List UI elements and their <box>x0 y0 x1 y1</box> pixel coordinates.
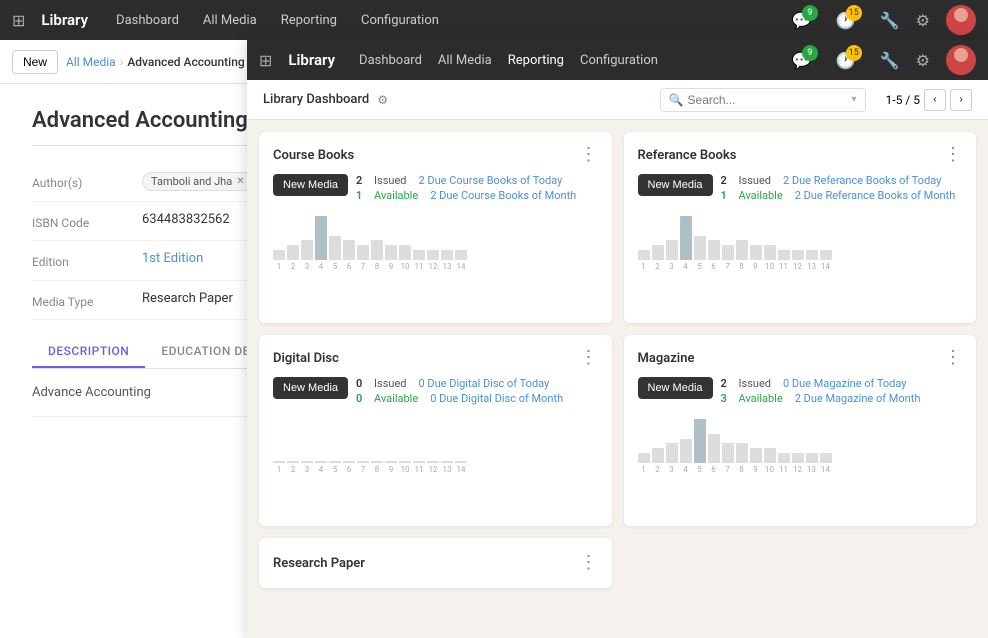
new-button[interactable]: New <box>12 50 58 74</box>
top-nav: ⊞ Library Dashboard All Media Reporting … <box>0 0 988 40</box>
magazine-chart: 1234567891011121314 <box>638 413 963 474</box>
overlay-breadcrumb: Library Dashboard ⚙ 🔍 ▾ 1-5 / 5 ‹ › <box>247 80 988 120</box>
card-reference-books-header: Referance Books ⋮ <box>638 146 963 164</box>
card-digital-disc-body: New Media 0 Issued 0 Due Digital Disc of… <box>273 377 598 405</box>
card-magazine-body: New Media 2 Issued 0 Due Magazine of Tod… <box>638 377 963 405</box>
authors-label: Author(s) <box>32 172 142 190</box>
integration-icon[interactable]: ⚙ <box>916 11 930 30</box>
reference-books-issued: 2 Issued 2 Due Referance Books of Today <box>721 174 962 187</box>
card-research-paper-menu[interactable]: ⋮ <box>580 554 598 572</box>
reference-books-stats: 2 Issued 2 Due Referance Books of Today … <box>721 174 962 202</box>
search-icon: 🔍 <box>669 93 684 107</box>
digital-disc-new-media-button[interactable]: New Media <box>273 377 348 399</box>
card-course-books-body: New Media 2 Issued 2 Due Course Books of… <box>273 174 598 202</box>
overlay-activity-badge: 15 <box>846 45 862 61</box>
dashboard-title: Library Dashboard <box>263 92 369 107</box>
digital-disc-issued: 0 Issued 0 Due Digital Disc of Today <box>356 377 597 390</box>
card-magazine-title: Magazine <box>638 351 695 366</box>
dashboard-gear-icon[interactable]: ⚙ <box>377 93 388 107</box>
card-course-books-title: Course Books <box>273 148 354 163</box>
nav-dashboard[interactable]: Dashboard <box>112 13 183 28</box>
overlay-nav-dashboard[interactable]: Dashboard <box>359 53 422 68</box>
card-course-books-menu[interactable]: ⋮ <box>580 146 598 164</box>
search-box[interactable]: 🔍 ▾ <box>660 88 866 112</box>
reference-books-available: 1 Available 2 Due Referance Books of Mon… <box>721 189 962 202</box>
overlay-nav-configuration[interactable]: Configuration <box>580 53 658 68</box>
overlay-settings-icon[interactable]: 🔧 <box>880 51 900 70</box>
overlay-chat-badge: 9 <box>802 45 818 61</box>
breadcrumb-separator: › <box>120 55 124 69</box>
chat-icon[interactable]: 💬9 <box>792 11 812 30</box>
card-research-paper-title: Research Paper <box>273 556 365 571</box>
overlay-pager: 1-5 / 5 ‹ › <box>886 89 972 111</box>
course-books-chart: 1234567891011121314 <box>273 210 598 271</box>
app-name: Library <box>41 11 88 29</box>
activity-badge: 15 <box>846 5 862 21</box>
author-tag-remove[interactable]: ✕ <box>236 176 244 187</box>
overlay-activity-icon[interactable]: 🕐15 <box>836 51 856 70</box>
overlay-nav-all-media[interactable]: All Media <box>438 53 492 68</box>
card-magazine-menu[interactable]: ⋮ <box>944 349 962 367</box>
overlay-user-avatar[interactable] <box>946 45 976 75</box>
overlay-pager-text: 1-5 / 5 <box>886 93 920 107</box>
reference-books-new-media-button[interactable]: New Media <box>638 174 713 196</box>
card-course-books-header: Course Books ⋮ <box>273 146 598 164</box>
card-reference-books-body: New Media 2 Issued 2 Due Referance Books… <box>638 174 963 202</box>
grid-icon[interactable]: ⊞ <box>12 11 25 30</box>
breadcrumb-current: Advanced Accounting <box>127 55 244 69</box>
card-magazine-header: Magazine ⋮ <box>638 349 963 367</box>
breadcrumb: All Media › Advanced Accounting ⚙ <box>66 55 259 69</box>
card-digital-disc: Digital Disc ⋮ New Media 0 Issued 0 Due … <box>259 335 612 526</box>
card-research-paper: Research Paper ⋮ <box>259 538 612 588</box>
overlay-integration-icon[interactable]: ⚙ <box>916 51 930 70</box>
dashboard-grid: Course Books ⋮ New Media 2 Issued 2 Due … <box>247 120 988 638</box>
overlay-nav: ⊞ Library Dashboard All Media Reporting … <box>247 40 988 80</box>
search-dropdown-icon[interactable]: ▾ <box>852 94 857 105</box>
card-reference-books-title: Referance Books <box>638 148 737 163</box>
card-magazine: Magazine ⋮ New Media 2 Issued 0 Due Maga… <box>624 335 977 526</box>
overlay-pager-prev[interactable]: ‹ <box>924 89 946 111</box>
nav-reporting[interactable]: Reporting <box>277 13 341 28</box>
digital-disc-available: 0 Available 0 Due Digital Disc of Month <box>356 392 597 405</box>
magazine-issued: 2 Issued 0 Due Magazine of Today <box>721 377 962 390</box>
overlay-grid-icon[interactable]: ⊞ <box>259 51 272 70</box>
isbn-label: ISBN Code <box>32 212 142 230</box>
author-tag: Tamboli and Jha ✕ <box>142 172 254 191</box>
magazine-available: 3 Available 2 Due Magazine of Month <box>721 392 962 405</box>
overlay-chat-icon[interactable]: 💬9 <box>792 51 812 70</box>
card-digital-disc-menu[interactable]: ⋮ <box>580 349 598 367</box>
overlay-nav-reporting[interactable]: Reporting <box>508 53 564 68</box>
course-books-issued: 2 Issued 2 Due Course Books of Today <box>356 174 597 187</box>
magazine-new-media-button[interactable]: New Media <box>638 377 713 399</box>
course-books-stats: 2 Issued 2 Due Course Books of Today 1 A… <box>356 174 597 202</box>
card-course-books: Course Books ⋮ New Media 2 Issued 2 Due … <box>259 132 612 323</box>
nav-configuration[interactable]: Configuration <box>357 13 443 28</box>
settings-icon[interactable]: 🔧 <box>880 11 900 30</box>
reference-books-chart: 1234567891011121314 <box>638 210 963 271</box>
chat-badge: 9 <box>802 5 818 21</box>
card-digital-disc-header: Digital Disc ⋮ <box>273 349 598 367</box>
card-reference-books: Referance Books ⋮ New Media 2 Issued 2 D… <box>624 132 977 323</box>
magazine-stats: 2 Issued 0 Due Magazine of Today 3 Avail… <box>721 377 962 405</box>
mediatype-label: Media Type <box>32 291 142 309</box>
digital-disc-chart: 1234567891011121314 <box>273 413 598 474</box>
overlay-pager-next[interactable]: › <box>950 89 972 111</box>
digital-disc-stats: 0 Issued 0 Due Digital Disc of Today 0 A… <box>356 377 597 405</box>
overlay-app-name: Library <box>288 51 335 69</box>
card-digital-disc-title: Digital Disc <box>273 351 339 366</box>
tab-description[interactable]: DESCRIPTION <box>32 336 145 368</box>
course-books-available: 1 Available 2 Due Course Books of Month <box>356 189 597 202</box>
card-reference-books-menu[interactable]: ⋮ <box>944 146 962 164</box>
edition-label: Edition <box>32 251 142 269</box>
activity-icon[interactable]: 🕐15 <box>836 11 856 30</box>
breadcrumb-parent[interactable]: All Media <box>66 55 116 69</box>
course-books-new-media-button[interactable]: New Media <box>273 174 348 196</box>
user-avatar[interactable] <box>946 5 976 35</box>
search-input[interactable] <box>688 93 848 107</box>
nav-all-media[interactable]: All Media <box>199 13 261 28</box>
overlay-panel: ⊞ Library Dashboard All Media Reporting … <box>247 40 988 638</box>
